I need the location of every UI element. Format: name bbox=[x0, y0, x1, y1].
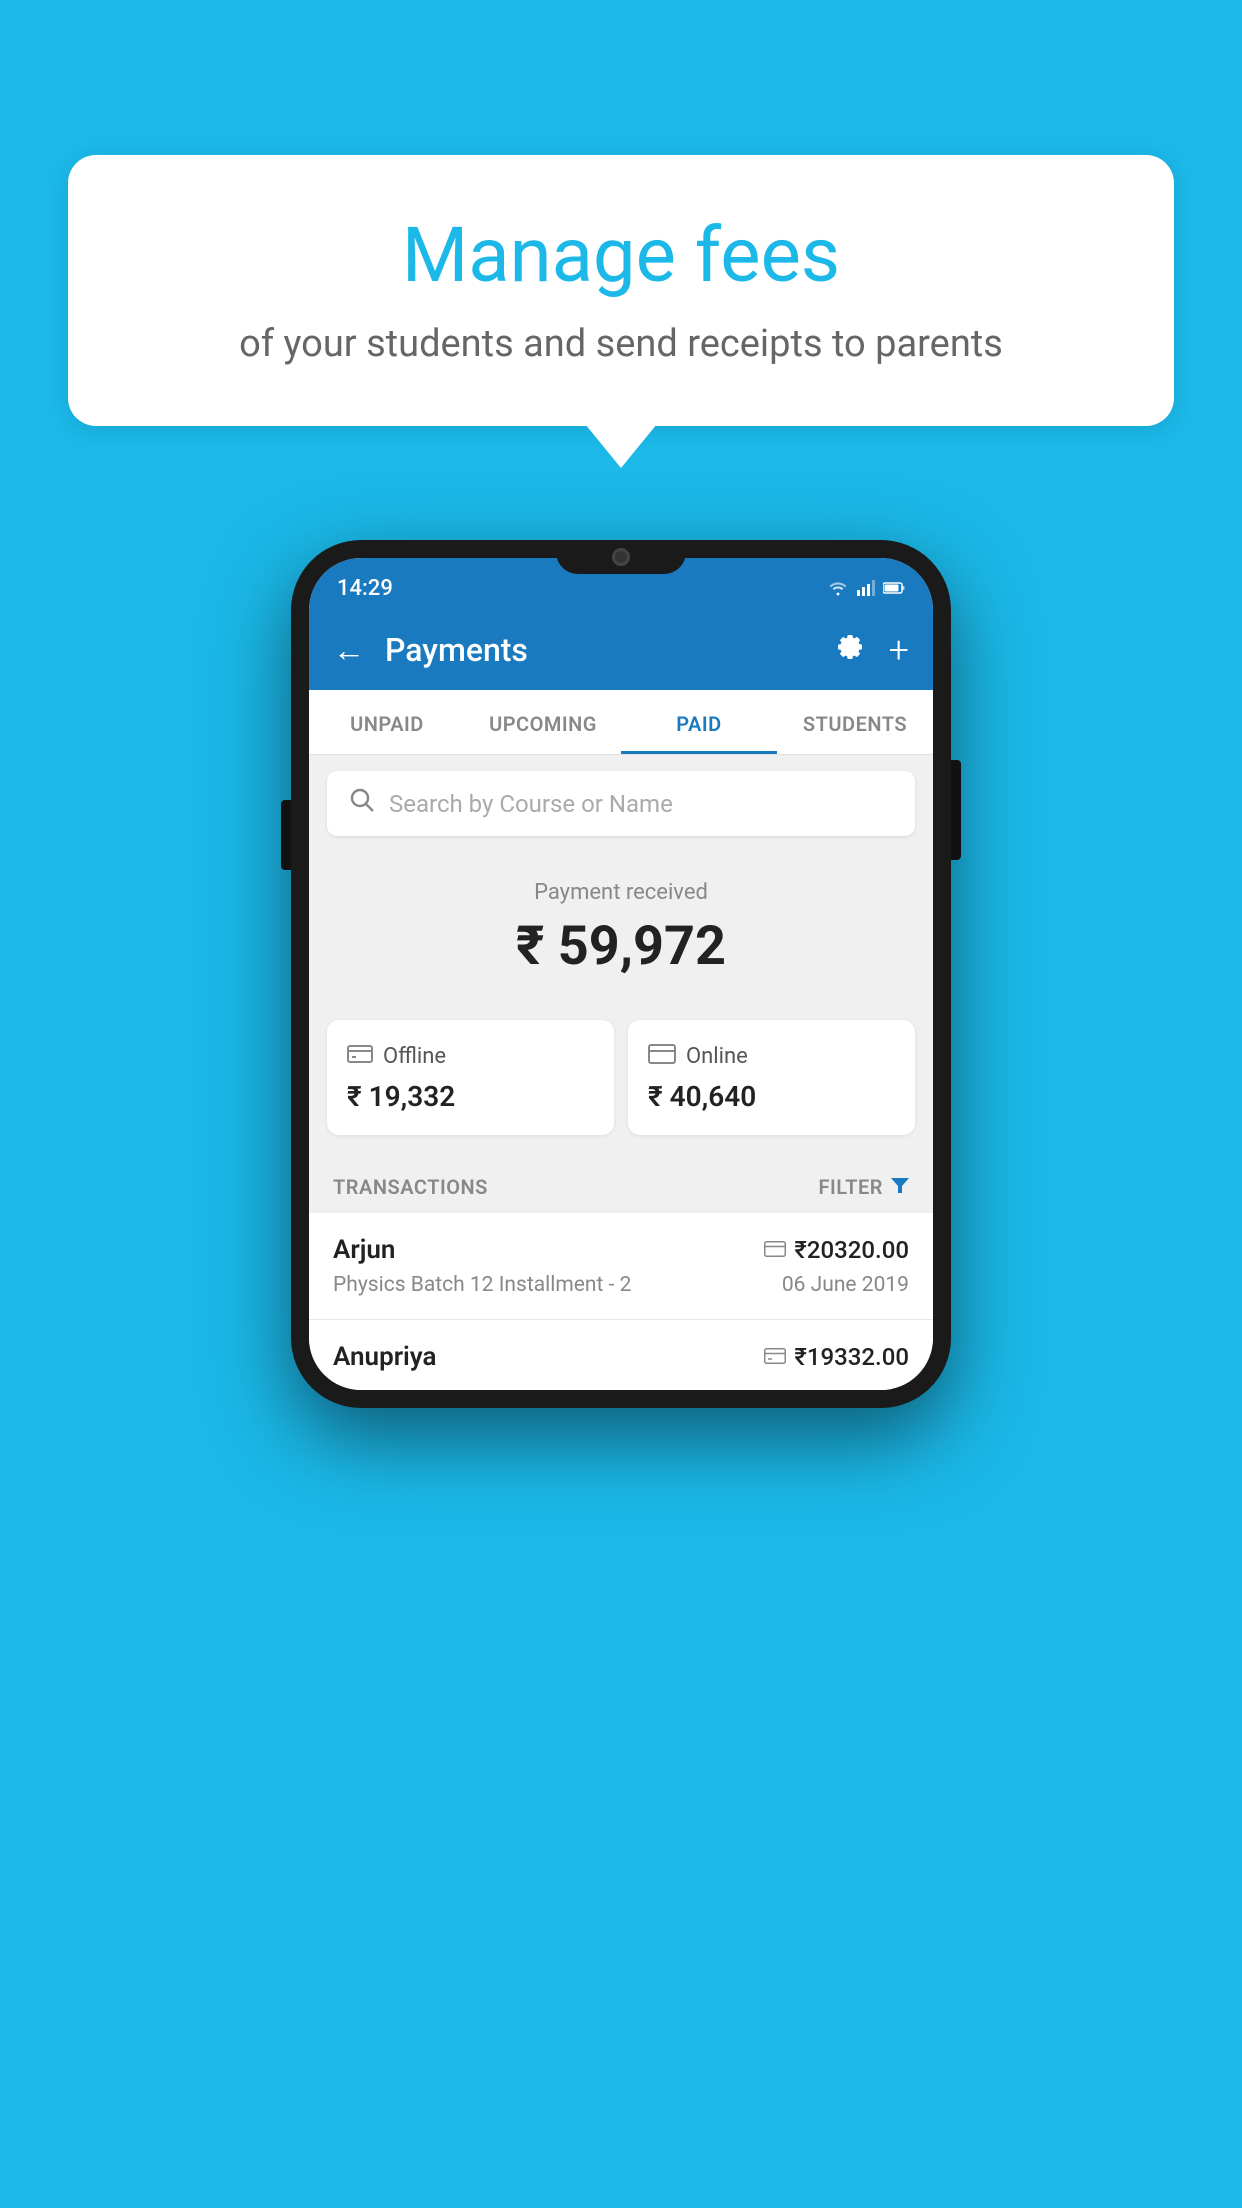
app-header: ← Payments + bbox=[309, 610, 933, 690]
camera-notch bbox=[612, 548, 630, 566]
search-bar[interactable]: Search by Course or Name bbox=[327, 771, 915, 836]
phone-mockup: 14:29 bbox=[291, 540, 951, 1408]
payment-received-amount: ₹ 59,972 bbox=[333, 915, 909, 978]
phone-screen: 14:29 bbox=[309, 558, 933, 1390]
transaction-amount-anupriya: ₹19332.00 bbox=[794, 1343, 909, 1371]
offline-card: Offline ₹ 19,332 bbox=[327, 1020, 614, 1135]
table-row: Anupriya ₹19332.00 bbox=[309, 1320, 933, 1390]
transaction-top-anupriya: Anupriya ₹19332.00 bbox=[333, 1342, 909, 1372]
search-container: Search by Course or Name bbox=[309, 755, 933, 852]
wifi-icon bbox=[827, 580, 849, 596]
transactions-list: Arjun ₹20320.00 bbox=[309, 1213, 933, 1390]
tab-upcoming[interactable]: UPCOMING bbox=[465, 690, 621, 754]
offline-amount: ₹ 19,332 bbox=[347, 1080, 594, 1113]
online-card-header: Online bbox=[648, 1042, 895, 1070]
speech-bubble: Manage fees of your students and send re… bbox=[68, 155, 1174, 426]
tabs-container: UNPAID UPCOMING PAID STUDENTS bbox=[309, 690, 933, 755]
battery-icon bbox=[883, 582, 905, 594]
transaction-amount-arjun: ₹20320.00 bbox=[794, 1236, 909, 1264]
bubble-title: Manage fees bbox=[128, 210, 1114, 300]
bubble-subtitle: of your students and send receipts to pa… bbox=[128, 322, 1114, 366]
signal-icon bbox=[857, 580, 875, 596]
speech-bubble-container: Manage fees of your students and send re… bbox=[68, 155, 1174, 426]
phone-outer: 14:29 bbox=[291, 540, 951, 1408]
payment-cards: Offline ₹ 19,332 Online bbox=[309, 1020, 933, 1157]
transaction-bottom-arjun: Physics Batch 12 Installment - 2 06 June… bbox=[333, 1273, 909, 1297]
transaction-course-arjun: Physics Batch 12 Installment - 2 bbox=[333, 1273, 631, 1297]
transactions-header: TRANSACTIONS FILTER bbox=[309, 1157, 933, 1213]
tab-students[interactable]: STUDENTS bbox=[777, 690, 933, 754]
tab-paid[interactable]: PAID bbox=[621, 690, 777, 754]
search-icon bbox=[349, 787, 375, 820]
payment-received-section: Payment received ₹ 59,972 bbox=[309, 852, 933, 1020]
offline-card-header: Offline bbox=[347, 1042, 594, 1070]
header-title: Payments bbox=[385, 631, 815, 669]
online-icon bbox=[648, 1042, 676, 1070]
transaction-amount-wrapper-arjun: ₹20320.00 bbox=[764, 1236, 909, 1264]
status-time: 14:29 bbox=[337, 576, 393, 601]
offline-payment-icon bbox=[764, 1345, 786, 1369]
phone-notch bbox=[556, 540, 686, 574]
payment-received-label: Payment received bbox=[333, 880, 909, 905]
filter-label: FILTER bbox=[818, 1175, 883, 1199]
online-amount: ₹ 40,640 bbox=[648, 1080, 895, 1113]
transaction-name-anupriya: Anupriya bbox=[333, 1342, 437, 1372]
settings-icon[interactable] bbox=[835, 632, 865, 669]
online-payment-icon bbox=[764, 1238, 786, 1262]
online-card: Online ₹ 40,640 bbox=[628, 1020, 915, 1135]
filter-button[interactable]: FILTER bbox=[818, 1175, 909, 1199]
back-button[interactable]: ← bbox=[333, 631, 365, 669]
transaction-top-arjun: Arjun ₹20320.00 bbox=[333, 1235, 909, 1265]
tab-unpaid[interactable]: UNPAID bbox=[309, 690, 465, 754]
header-icons: + bbox=[835, 632, 909, 669]
transaction-amount-wrapper-anupriya: ₹19332.00 bbox=[764, 1343, 909, 1371]
add-button[interactable]: + bbox=[889, 632, 909, 668]
online-label: Online bbox=[686, 1044, 748, 1069]
table-row: Arjun ₹20320.00 bbox=[309, 1213, 933, 1320]
transaction-date-arjun: 06 June 2019 bbox=[782, 1273, 909, 1297]
status-icons bbox=[827, 580, 905, 596]
search-input-placeholder[interactable]: Search by Course or Name bbox=[389, 790, 673, 818]
filter-icon bbox=[891, 1175, 909, 1199]
offline-label: Offline bbox=[383, 1044, 446, 1069]
transactions-label: TRANSACTIONS bbox=[333, 1175, 488, 1199]
transaction-name-arjun: Arjun bbox=[333, 1235, 395, 1265]
offline-icon bbox=[347, 1042, 373, 1070]
